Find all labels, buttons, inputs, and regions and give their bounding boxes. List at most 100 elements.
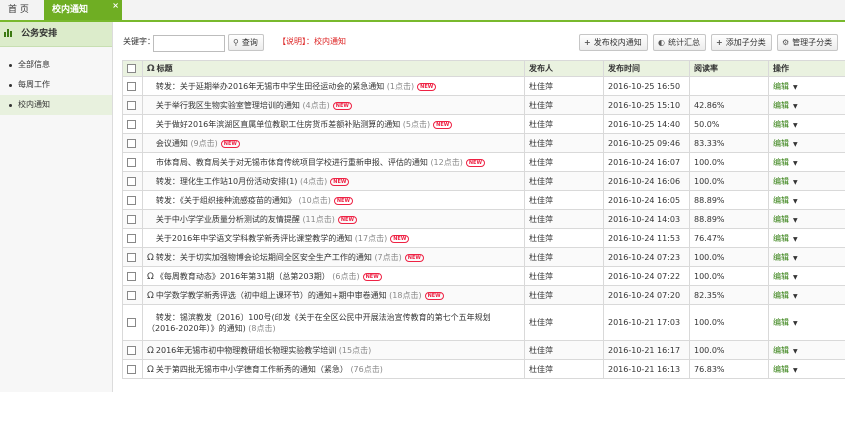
edit-link[interactable]: 编辑 (773, 346, 789, 355)
row-checkbox[interactable] (127, 119, 136, 129)
edit-link[interactable]: 编辑 (773, 253, 789, 262)
chevron-down-icon[interactable]: ▼ (793, 103, 798, 110)
row-checkbox[interactable] (127, 157, 136, 167)
table-row[interactable]: Ω会议通知 (9点击)NEW杜佳萍2016-10-25 09:4683.33%编… (122, 133, 845, 153)
chevron-down-icon[interactable]: ▼ (793, 348, 798, 355)
edit-link[interactable]: 编辑 (773, 158, 789, 167)
table-row[interactable]: Ω 关于第四批无锡市中小学德育工作新秀的通知（紧急） (76点击) 杜佳萍 2016-… (122, 359, 845, 379)
close-icon[interactable]: × (112, 0, 119, 16)
notice-title-link[interactable]: 关于2016年中学语文学科教学新秀评比课堂教学的通知 (156, 234, 352, 243)
stats-summary-button[interactable]: ◐ 统计汇总 (653, 34, 706, 51)
table-row[interactable]: Ω关于做好2016年滨湖区直属单位教职工住房货币差额补贴测算的通知 (5点击)N… (122, 114, 845, 134)
edit-link[interactable]: 编辑 (773, 177, 789, 186)
chevron-down-icon[interactable]: ▼ (793, 198, 798, 205)
add-category-button[interactable]: + 添加子分类 (711, 34, 772, 51)
select-all-cell (122, 60, 143, 77)
edit-link[interactable]: 编辑 (773, 318, 789, 327)
edit-link[interactable]: 编辑 (773, 139, 789, 148)
notice-title-link[interactable]: 《每周教育动态》2016年第31期（总第203期） (156, 272, 330, 281)
row-checkbox[interactable] (127, 271, 136, 281)
table-row[interactable]: Ω 中学数学教学新秀评选（初中组上课环节）的通知+期中审卷通知 (18点击) NEW… (122, 285, 845, 305)
row-checkbox[interactable] (127, 290, 136, 300)
table-row[interactable]: Ω 转发：关于切实加强物博会论坛期间全区安全生产工作的通知 (7点击) NEW 杜佳萍… (122, 247, 845, 267)
search-button[interactable]: ⚲ 查询 (228, 34, 264, 51)
row-checkbox[interactable] (127, 138, 136, 148)
edit-link[interactable]: 编辑 (773, 82, 789, 91)
table-row[interactable]: Ω市体育局、教育局关于对无锡市体育传统项目学校进行重新申报、评估的通知 (12点… (122, 152, 845, 172)
tab-school-notice[interactable]: 校内通知 × (44, 0, 122, 20)
row-checkbox[interactable] (127, 364, 136, 374)
sidebar-item-school-notice[interactable]: 校内通知 (0, 95, 112, 115)
action-header: 操作 (768, 60, 845, 77)
notice-title-link[interactable]: 关于中小学学业质量分析测试的友情提醒 (156, 215, 300, 224)
table-row[interactable]: Ω 《每周教育动态》2016年第31期（总第203期） (6点击) NEW 杜佳萍 20… (122, 266, 845, 286)
row-checkbox[interactable] (127, 100, 136, 110)
notice-title-link[interactable]: 转发：锡滨教发〔2016〕100号(印发《关于在全区公民中开展法治宣传教育的第七… (147, 313, 491, 333)
title-cell: Ω市体育局、教育局关于对无锡市体育传统项目学校进行重新申报、评估的通知 (12点… (142, 152, 525, 172)
table-row[interactable]: Ω关于中小学学业质量分析测试的友情提醒 (11点击)NEW杜佳萍2016-10-… (122, 209, 845, 229)
chevron-down-icon[interactable]: ▼ (793, 160, 798, 167)
table-row[interactable]: Ω关于2016年中学语文学科教学新秀评比课堂教学的通知 (17点击)NEW杜佳萍… (122, 228, 845, 248)
row-checkbox[interactable] (127, 252, 136, 262)
edit-link[interactable]: 编辑 (773, 365, 789, 374)
row-checkbox[interactable] (127, 318, 136, 327)
notice-title-link[interactable]: 转发：关于延期举办2016年无锡市中学生田径运动会的紧急通知 (156, 82, 384, 91)
notice-title-link[interactable]: 2016年无锡市初中物理教研组长物理实验教学培训 (156, 346, 336, 355)
table-row[interactable]: Ω转发：锡滨教发〔2016〕100号(印发《关于在全区公民中开展法治宣传教育的第… (122, 304, 845, 341)
row-checkbox[interactable] (127, 214, 136, 224)
notice-title-link[interactable]: 市体育局、教育局关于对无锡市体育传统项目学校进行重新申报、评估的通知 (156, 158, 428, 167)
notice-title-link[interactable]: 转发：关于切实加强物博会论坛期间全区安全生产工作的通知 (156, 253, 372, 262)
sidebar-item-all[interactable]: 全部信息 (0, 55, 112, 75)
edit-link[interactable]: 编辑 (773, 196, 789, 205)
chevron-down-icon[interactable]: ▼ (793, 179, 798, 186)
row-checkbox[interactable] (127, 233, 136, 243)
chevron-down-icon[interactable]: ▼ (793, 255, 798, 262)
notice-title-link[interactable]: 会议通知 (156, 139, 188, 148)
chevron-down-icon[interactable]: ▼ (793, 141, 798, 148)
manage-category-label: 管理子分类 (792, 38, 833, 47)
manage-category-button[interactable]: ⚙ 管理子分类 (777, 34, 839, 51)
chevron-down-icon[interactable]: ▼ (793, 293, 798, 300)
notice-title-link[interactable]: 中学数学教学新秀评选（初中组上课环节）的通知+期中审卷通知 (156, 291, 387, 300)
publish-notice-button[interactable]: + 发布校内通知 (579, 34, 648, 51)
edit-link[interactable]: 编辑 (773, 234, 789, 243)
paperclip-icon: Ω (147, 271, 154, 282)
edit-link[interactable]: 编辑 (773, 101, 789, 110)
row-checkbox[interactable] (127, 176, 136, 186)
paperclip-icon: Ω (147, 345, 154, 356)
table-row[interactable]: Ω转发：关于延期举办2016年无锡市中学生田径运动会的紧急通知 (1点击)NEW… (122, 76, 845, 96)
notice-title-link[interactable]: 关于做好2016年滨湖区直属单位教职工住房货币差额补贴测算的通知 (156, 120, 400, 129)
chevron-down-icon[interactable]: ▼ (793, 367, 798, 374)
rate-cell: 76.83% (689, 359, 769, 379)
edit-link[interactable]: 编辑 (773, 120, 789, 129)
notice-title-link[interactable]: 转发：理化生工作站10月份活动安排(1) (156, 177, 298, 186)
chevron-down-icon[interactable]: ▼ (793, 274, 798, 281)
notice-title-link[interactable]: 关于举行我区生物实验室管理培训的通知 (156, 101, 300, 110)
keyword-input[interactable] (153, 35, 225, 52)
chevron-down-icon[interactable]: ▼ (793, 236, 798, 243)
table-row[interactable]: Ω 2016年无锡市初中物理教研组长物理实验教学培训 (15点击) 杜佳萍 2016-… (122, 340, 845, 360)
table-row[interactable]: Ω关于举行我区生物实验室管理培训的通知 (4点击)NEW杜佳萍2016-10-2… (122, 95, 845, 115)
sidebar-item-weekly[interactable]: 每周工作 (0, 75, 112, 95)
chevron-down-icon[interactable]: ▼ (793, 217, 798, 224)
row-checkbox[interactable] (127, 195, 136, 205)
publisher-cell: 杜佳萍 (524, 285, 604, 305)
rate-cell: 100.0% (689, 304, 769, 341)
row-checkbox[interactable] (127, 81, 136, 91)
stats-summary-label: 统计汇总 (667, 38, 700, 47)
chevron-down-icon[interactable]: ▼ (793, 84, 798, 91)
select-all-checkbox[interactable] (127, 64, 136, 73)
edit-link[interactable]: 编辑 (773, 215, 789, 224)
notice-title-link[interactable]: 转发：《关于组织接种流感疫苗的通知》 (156, 196, 296, 205)
edit-link[interactable]: 编辑 (773, 272, 789, 281)
chevron-down-icon[interactable]: ▼ (793, 320, 798, 327)
publisher-cell: 杜佳萍 (524, 209, 604, 229)
chevron-down-icon[interactable]: ▼ (793, 122, 798, 129)
action-cell: 编辑 ▼ (768, 190, 845, 210)
tab-home[interactable]: 首 页 (0, 0, 47, 20)
notice-title-link[interactable]: 关于第四批无锡市中小学德育工作新秀的通知（紧急） (156, 365, 348, 374)
table-row[interactable]: Ω转发：理化生工作站10月份活动安排(1) (4点击)NEW杜佳萍2016-10… (122, 171, 845, 191)
table-row[interactable]: Ω转发：《关于组织接种流感疫苗的通知》 (10点击)NEW杜佳萍2016-10-… (122, 190, 845, 210)
row-checkbox[interactable] (127, 345, 136, 355)
edit-link[interactable]: 编辑 (773, 291, 789, 300)
